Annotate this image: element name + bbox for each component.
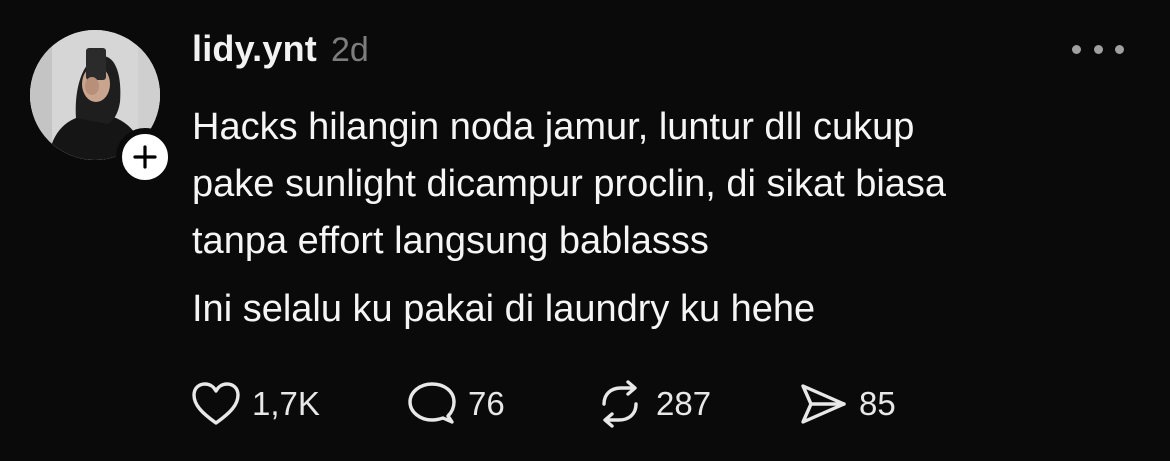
more-dots-icon <box>1072 44 1081 54</box>
post-body: Hacks hilangin noda jamur, luntur dll cu… <box>192 99 1132 338</box>
share-button[interactable]: 85 <box>797 380 896 428</box>
more-options-button[interactable] <box>1072 34 1124 64</box>
post-body-line: pake sunlight dicampur proclin, di sikat… <box>192 163 947 205</box>
like-button[interactable]: 1,7K <box>190 380 406 428</box>
post-header: lidy.ynt 2d <box>192 28 369 70</box>
repost-count: 287 <box>656 385 712 422</box>
speech-bubble-icon <box>408 382 456 424</box>
post-body-line: tanpa effort langsung bablasss <box>192 220 709 262</box>
like-count: 1,7K <box>252 385 320 422</box>
more-dots-icon <box>1115 44 1124 54</box>
username-link[interactable]: lidy.ynt <box>192 28 317 70</box>
comment-count: 76 <box>468 385 505 422</box>
plus-icon <box>133 145 157 169</box>
send-icon <box>801 384 846 424</box>
thread-post: lidy.ynt 2d Hacks hilangin noda jamur, l… <box>0 0 1170 461</box>
follow-button[interactable] <box>116 128 174 186</box>
post-body-line: Ini selalu ku pakai di laundry ku hehe <box>192 288 816 330</box>
share-count: 85 <box>859 385 896 422</box>
comment-button[interactable]: 76 <box>406 380 594 428</box>
post-body-line: Hacks hilangin noda jamur, luntur dll cu… <box>192 106 915 148</box>
repost-button[interactable]: 287 <box>594 380 797 428</box>
more-dots-icon <box>1093 44 1103 54</box>
action-bar: 1,7K 76 287 85 <box>190 378 896 430</box>
post-timestamp: 2d <box>330 31 369 69</box>
repost-arrows-icon <box>602 380 638 428</box>
heart-icon <box>192 382 240 425</box>
avatar-container[interactable] <box>30 30 174 186</box>
